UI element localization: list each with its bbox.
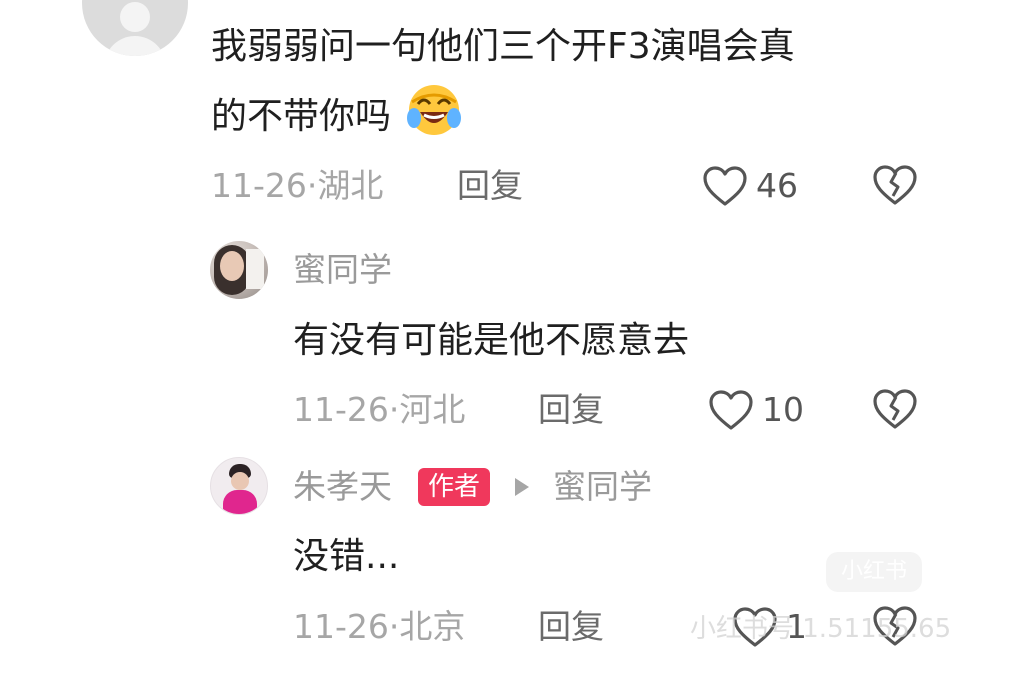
heart-icon [703,166,747,206]
like-count: 46 [756,166,798,205]
like-button[interactable]: 46 [702,163,798,209]
watermark-text: 小红书号 1.51155.65 [690,614,952,644]
dislike-button[interactable] [872,386,918,432]
comment-1: 我弱弱问一句他们三个开F3演唱会真 的不带你吗 11-26·湖北 回复 46 [0,0,1024,220]
watermark-logo: 小红书 [826,552,922,592]
default-avatar[interactable] [82,0,188,56]
comment-3: 朱孝天 作者 蜜同学 没错... 11-26·北京 回复 1 [0,0,1024,647]
like-button[interactable]: 10 [708,387,804,433]
comment-text-line-1: 我弱弱问一句他们三个开F3演唱会真 [211,26,795,67]
comment-location: 北京 [399,607,466,646]
username[interactable]: 蜜同学 [293,250,392,290]
comment-text: 有没有可能是他不愿意去 [293,320,690,361]
comment-text-line-2: 的不带你吗 [211,82,462,152]
reply-button[interactable]: 回复 [457,166,523,206]
comment-location: 湖北 [317,166,384,205]
author-avatar[interactable] [210,457,268,515]
reply-button[interactable]: 回复 [538,390,604,430]
comment-date-location: 11-26·河北 [293,390,465,430]
comment-date: 11-26· [211,166,318,205]
reply-button[interactable]: 回复 [538,607,604,647]
comment-text-line-2-content: 的不带你吗 [211,96,392,137]
comment-date-location: 11-26·北京 [293,607,465,647]
comment-date-location: 11-26·湖北 [211,166,383,206]
like-count: 10 [762,390,804,429]
username[interactable]: 朱孝天 [293,467,392,507]
comment-location: 河北 [399,390,466,429]
user-avatar[interactable] [210,241,268,299]
reply-arrow-icon [515,478,529,496]
comment-date: 11-26· [293,390,400,429]
dislike-button[interactable] [872,162,918,208]
comment-date: 11-26· [293,607,400,646]
laughing-crying-face-icon [407,85,462,135]
reply-to-username[interactable]: 蜜同学 [553,467,652,507]
heart-icon [709,390,753,430]
comment-text: 没错... [293,536,400,577]
author-badge: 作者 [418,468,491,506]
